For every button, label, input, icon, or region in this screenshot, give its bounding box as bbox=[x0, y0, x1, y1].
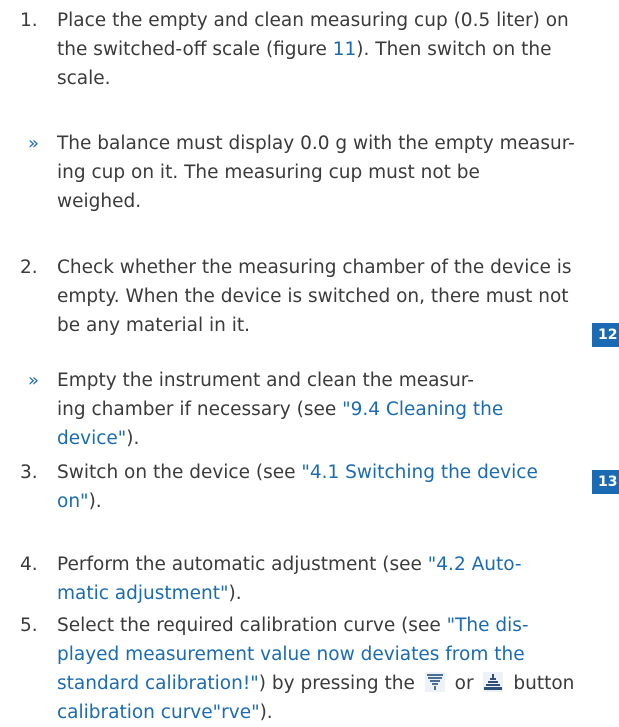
step-text: Select the required calibration curve (s… bbox=[57, 615, 575, 723]
step-text: Check whether the measuring chamber of t… bbox=[57, 257, 572, 336]
calibration-up-icon[interactable] bbox=[483, 672, 504, 692]
step-number: 5. bbox=[20, 615, 38, 636]
step-number: 2. bbox=[20, 257, 38, 278]
page-marker-13: 13 bbox=[592, 470, 619, 494]
cleaning-link-cont[interactable]: device" bbox=[57, 428, 126, 449]
step-text: Place the empty and clean measuring cup … bbox=[57, 10, 569, 89]
adjustment-link[interactable]: "4.2 Auto- bbox=[428, 554, 522, 575]
adjustment-link-cont[interactable]: matic adjustment" bbox=[57, 583, 229, 604]
switching-on-link-cont[interactable]: on" bbox=[57, 491, 89, 512]
step-text: Switch on the device (see "4.1 Switching… bbox=[57, 462, 538, 512]
switching-on-link[interactable]: "4.1 Switching the device bbox=[301, 462, 537, 483]
step-number: 4. bbox=[20, 554, 38, 575]
note-text: Empty the instrument and clean the measu… bbox=[57, 370, 504, 449]
calibration-link-end[interactable]: standard calibration!" bbox=[57, 673, 259, 694]
cleaning-link[interactable]: "9.4 Cleaning the bbox=[342, 399, 503, 420]
note-text: The balance must display 0.0 g with the … bbox=[57, 133, 575, 212]
calibration-link-cont[interactable]: played measurement value now deviates fr… bbox=[57, 644, 525, 665]
note-bullet: » bbox=[28, 370, 40, 391]
calibration-curve-link[interactable]: calibration curve"rve" bbox=[57, 702, 260, 723]
step-number: 1. bbox=[20, 10, 38, 31]
note-bullet: » bbox=[28, 133, 40, 154]
page-marker-12: 12 bbox=[592, 323, 619, 347]
figure-link[interactable]: 11 bbox=[333, 39, 357, 60]
calibration-down-icon[interactable] bbox=[424, 672, 445, 692]
calibration-link[interactable]: "The dis- bbox=[447, 615, 529, 636]
step-text: Perform the automatic adjustment (see "4… bbox=[57, 554, 522, 604]
step-number: 3. bbox=[20, 462, 38, 483]
